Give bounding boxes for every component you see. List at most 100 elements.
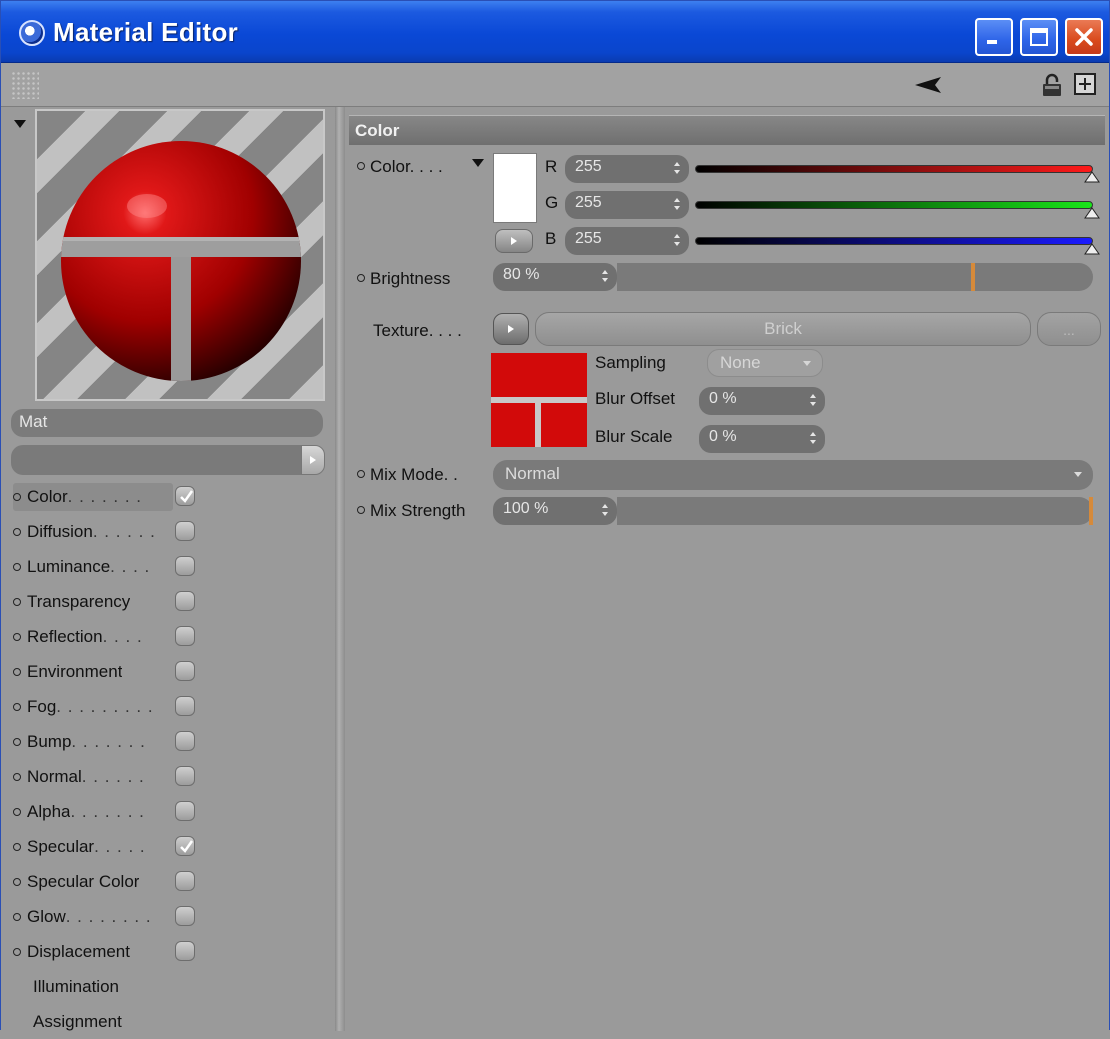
channel-item[interactable]: Bump. . . . . . .	[1, 724, 335, 759]
channel-label-wrap[interactable]: Transparency	[13, 588, 173, 616]
animation-dot[interactable]	[13, 492, 21, 501]
channel-item[interactable]: Luminance. . . .	[1, 549, 335, 584]
b-slider-handle-icon[interactable]	[1084, 243, 1100, 255]
texture-menu-button[interactable]	[493, 313, 529, 345]
channel-checkbox[interactable]	[175, 836, 195, 856]
channel-label-wrap[interactable]: Displacement	[13, 938, 173, 966]
animation-dot[interactable]	[13, 807, 21, 816]
channel-label-wrap[interactable]: Luminance. . . .	[13, 553, 173, 581]
b-value-field[interactable]: 255	[565, 227, 689, 255]
material-preview[interactable]	[35, 109, 325, 401]
brightness-slider-marker[interactable]	[971, 263, 975, 291]
spinner-arrows-icon[interactable]	[601, 269, 609, 283]
channel-label-wrap[interactable]: Specular. . . . .	[13, 833, 173, 861]
color-swatch[interactable]	[493, 153, 537, 223]
new-window-icon[interactable]	[1074, 73, 1096, 95]
channel-label-wrap[interactable]: Diffusion. . . . . .	[13, 518, 173, 546]
animation-dot[interactable]	[357, 274, 365, 282]
close-button[interactable]	[1065, 18, 1103, 56]
blur-offset-field[interactable]: 0 %	[699, 387, 825, 415]
animation-dot[interactable]	[13, 702, 21, 711]
mix-mode-dropdown[interactable]: Normal	[493, 460, 1093, 490]
animation-dot[interactable]	[13, 527, 21, 536]
channel-checkbox[interactable]	[175, 486, 195, 506]
maximize-button[interactable]	[1020, 18, 1058, 56]
material-bar-button[interactable]	[301, 445, 325, 475]
brightness-value-field[interactable]: 80 %	[493, 263, 617, 291]
r-value-field[interactable]: 255	[565, 155, 689, 183]
grip-icon[interactable]	[11, 71, 39, 99]
channel-checkbox[interactable]	[175, 661, 195, 681]
channel-item[interactable]: Transparency	[1, 584, 335, 619]
b-slider[interactable]	[695, 237, 1093, 245]
brightness-slider[interactable]	[617, 263, 1093, 291]
channel-checkbox[interactable]	[175, 731, 195, 751]
channel-checkbox[interactable]	[175, 801, 195, 821]
animation-dot[interactable]	[13, 737, 21, 746]
animation-dot[interactable]	[13, 842, 21, 851]
channel-checkbox[interactable]	[175, 521, 195, 541]
channel-checkbox[interactable]	[175, 626, 195, 646]
animation-dot[interactable]	[357, 506, 365, 514]
animation-dot[interactable]	[357, 470, 365, 478]
animation-dot[interactable]	[13, 597, 21, 606]
animation-dot[interactable]	[13, 667, 21, 676]
spinner-arrows-icon[interactable]	[673, 197, 681, 211]
spinner-arrows-icon[interactable]	[673, 233, 681, 247]
preview-menu-icon[interactable]	[13, 119, 27, 129]
channel-checkbox[interactable]	[175, 696, 195, 716]
animation-dot[interactable]	[13, 912, 21, 921]
channel-item[interactable]: Glow. . . . . . . .	[1, 899, 335, 934]
channel-item[interactable]: Specular. . . . .	[1, 829, 335, 864]
channel-item[interactable]: Specular Color	[1, 864, 335, 899]
mix-strength-value-field[interactable]: 100 %	[493, 497, 617, 525]
lock-icon[interactable]	[1041, 72, 1063, 98]
channel-label-wrap[interactable]: Assignment	[33, 1008, 193, 1036]
spinner-arrows-icon[interactable]	[809, 393, 817, 407]
panel-divider[interactable]	[335, 107, 345, 1031]
channel-label-wrap[interactable]: Bump. . . . . . .	[13, 728, 173, 756]
channel-label-wrap[interactable]: Reflection. . . .	[13, 623, 173, 651]
channel-label-wrap[interactable]: Environment	[13, 658, 173, 686]
title-bar[interactable]: Material Editor	[1, 1, 1109, 63]
spinner-arrows-icon[interactable]	[809, 431, 817, 445]
channel-label-wrap[interactable]: Normal. . . . . .	[13, 763, 173, 791]
channel-label-wrap[interactable]: Fog. . . . . . . . .	[13, 693, 173, 721]
spinner-arrows-icon[interactable]	[601, 503, 609, 517]
channel-checkbox[interactable]	[175, 591, 195, 611]
mix-strength-slider[interactable]	[617, 497, 1093, 525]
channel-checkbox[interactable]	[175, 941, 195, 961]
channel-checkbox[interactable]	[175, 871, 195, 891]
dropdown-arrow-icon[interactable]	[471, 158, 485, 168]
channel-item[interactable]: Environment	[1, 654, 335, 689]
channel-item[interactable]: Assignment	[1, 1004, 335, 1039]
channel-label-wrap[interactable]: Alpha. . . . . . .	[13, 798, 173, 826]
texture-name-button[interactable]: Brick	[535, 312, 1031, 346]
channel-label-wrap[interactable]: Color. . . . . . .	[13, 482, 173, 511]
r-slider-handle-icon[interactable]	[1084, 171, 1100, 183]
g-value-field[interactable]: 255	[565, 191, 689, 219]
channel-checkbox[interactable]	[175, 556, 195, 576]
channel-item[interactable]: Alpha. . . . . . .	[1, 794, 335, 829]
channel-label-wrap[interactable]: Glow. . . . . . . .	[13, 903, 173, 931]
channel-item[interactable]: Normal. . . . . .	[1, 759, 335, 794]
spinner-arrows-icon[interactable]	[673, 161, 681, 175]
material-name-field[interactable]: Mat	[11, 409, 323, 437]
animation-dot[interactable]	[13, 772, 21, 781]
channel-item[interactable]: Fog. . . . . . . . .	[1, 689, 335, 724]
sampling-dropdown[interactable]: None	[707, 349, 823, 377]
channel-item[interactable]: Diffusion. . . . . .	[1, 514, 335, 549]
g-slider-handle-icon[interactable]	[1084, 207, 1100, 219]
animation-dot[interactable]	[13, 877, 21, 886]
channel-item[interactable]: Reflection. . . .	[1, 619, 335, 654]
texture-browse-button[interactable]: ...	[1037, 312, 1101, 346]
blur-scale-field[interactable]: 0 %	[699, 425, 825, 453]
material-layer-bar[interactable]	[11, 445, 301, 475]
channel-item[interactable]: Color. . . . . . .	[1, 479, 335, 514]
texture-thumbnail[interactable]	[491, 353, 587, 447]
animation-dot[interactable]	[357, 162, 365, 170]
back-arrow-icon[interactable]	[913, 75, 943, 95]
channel-checkbox[interactable]	[175, 906, 195, 926]
r-slider[interactable]	[695, 165, 1093, 173]
channel-checkbox[interactable]	[175, 766, 195, 786]
